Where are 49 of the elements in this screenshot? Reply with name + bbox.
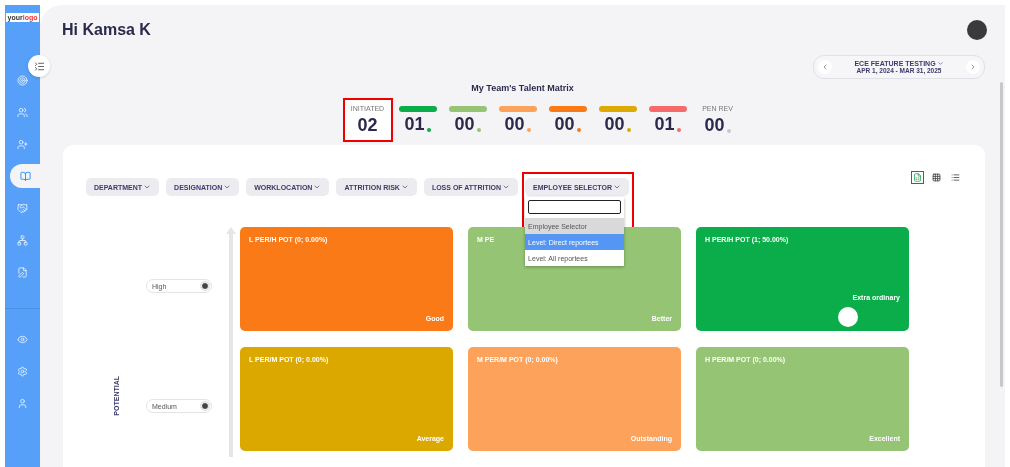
- stat-value: 02: [357, 115, 378, 136]
- nav-icon: [17, 365, 28, 377]
- scrollbar[interactable]: [1000, 82, 1003, 387]
- previous-button[interactable]: [818, 60, 832, 74]
- matrix-title: My Team's Talent Matrix: [470, 83, 575, 93]
- employee-avatar[interactable]: [838, 307, 858, 327]
- stat-value: 00: [454, 114, 475, 135]
- stat-value: 00: [504, 114, 525, 135]
- chevron-down-icon: [313, 183, 322, 191]
- stat-value: 00: [704, 115, 725, 136]
- nav-icon: [17, 266, 28, 278]
- chevron-left-icon: [821, 63, 829, 71]
- stat-dot: [576, 128, 581, 132]
- stat-value: 00: [604, 114, 625, 135]
- knob-icon: [201, 282, 209, 290]
- menu-icon: [33, 60, 45, 72]
- chevron-down-icon: [502, 183, 511, 191]
- search-field[interactable]: [528, 200, 622, 214]
- nav-icon: [17, 106, 28, 118]
- stat-dot: [526, 128, 531, 132]
- nav-icon: [17, 333, 28, 345]
- stat-dot: [426, 128, 431, 132]
- view-toggle[interactable]: [949, 171, 962, 184]
- chevron-down-icon: [143, 183, 152, 191]
- stat-value: 01: [654, 114, 675, 135]
- stat-value: 01: [404, 114, 425, 135]
- collapse-button[interactable]: [28, 55, 50, 77]
- avatar[interactable]: [967, 20, 987, 40]
- view-toggle[interactable]: [930, 171, 943, 184]
- nav-icon: [17, 234, 28, 246]
- chevron-down-icon: [612, 183, 621, 191]
- chevron-down-icon: [223, 183, 232, 191]
- greeting: Hi Kamsa K: [62, 21, 151, 39]
- next-button[interactable]: [966, 60, 980, 74]
- sidebar-nav-button[interactable]: [10, 164, 40, 188]
- stat-dot: [626, 128, 631, 132]
- knob-icon: [201, 402, 209, 410]
- nav-icon: [19, 170, 31, 182]
- view-toggle[interactable]: [911, 171, 924, 184]
- stat-value: 00: [554, 114, 575, 135]
- nav-icon: [17, 138, 28, 150]
- nav-icon: [17, 74, 28, 86]
- chevron-down-icon: [936, 60, 944, 67]
- nav-icon: [17, 397, 28, 409]
- chevron-down-icon: [400, 183, 409, 191]
- chevron-right-icon: [969, 63, 977, 71]
- stat-dot: [676, 128, 681, 132]
- nav-icon: [17, 202, 28, 214]
- stat-dot: [476, 128, 481, 132]
